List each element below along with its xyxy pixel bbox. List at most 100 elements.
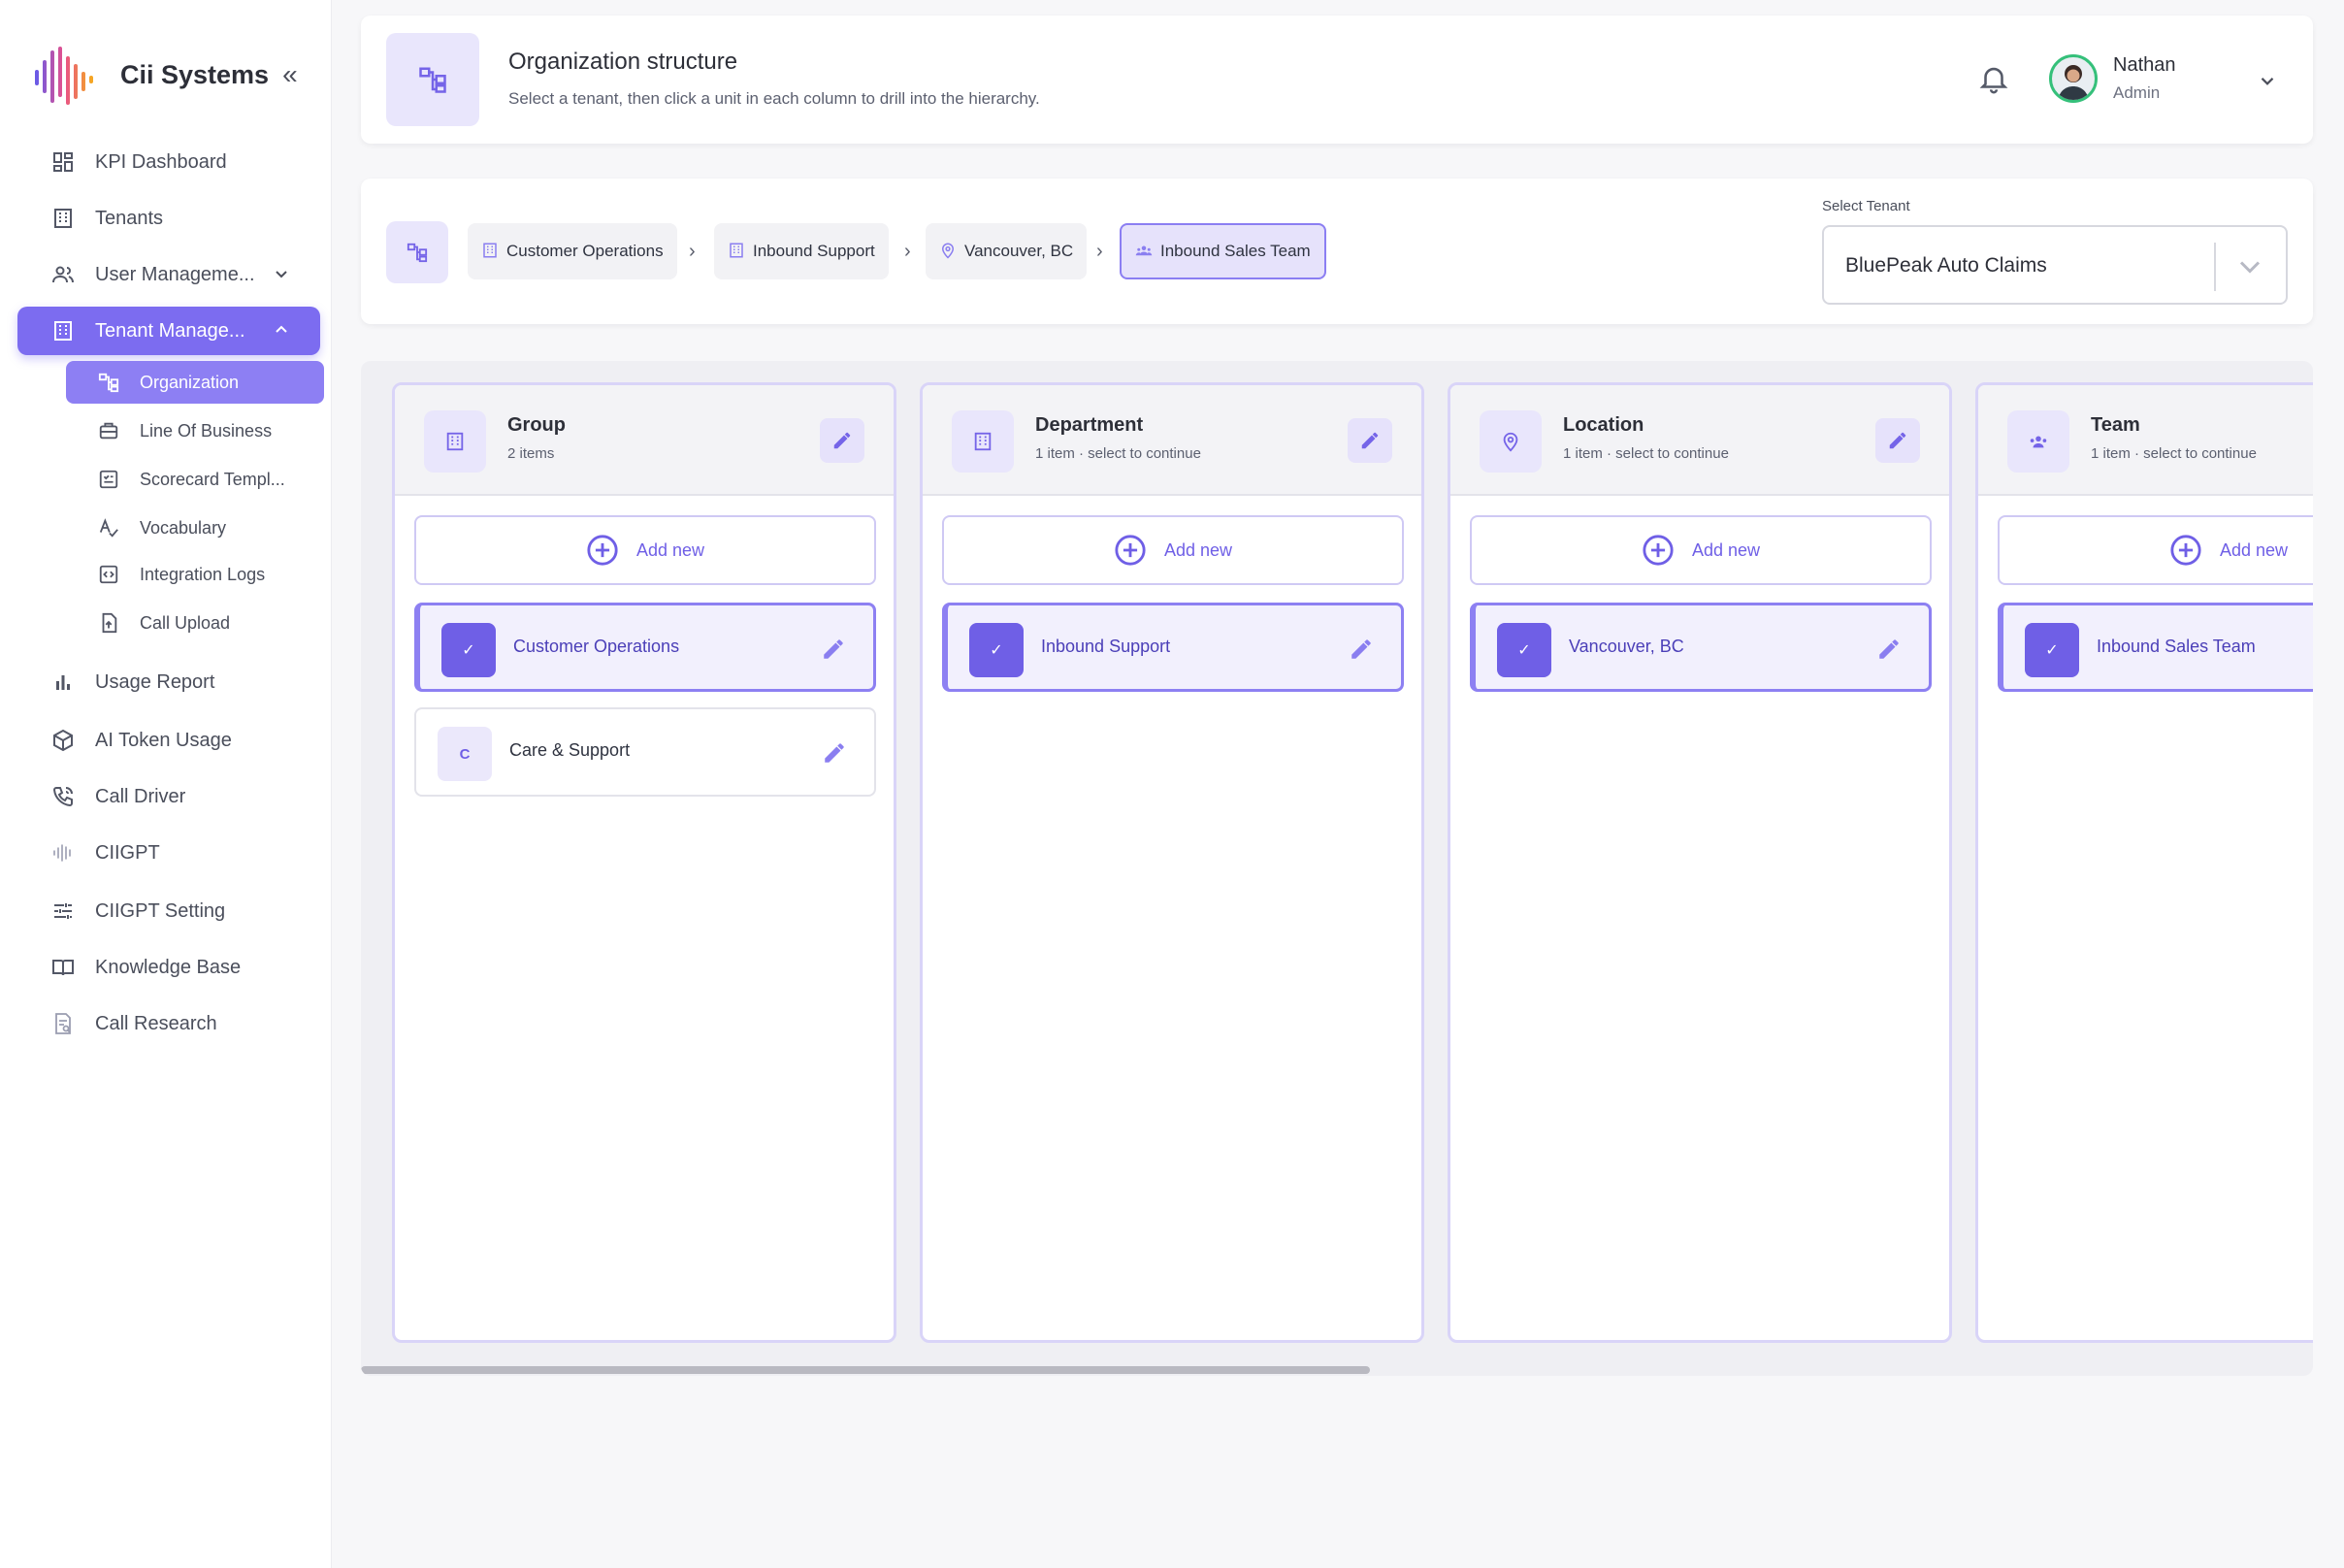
column-header: Team 1 item · select to continue bbox=[1978, 385, 2313, 496]
pencil-icon[interactable] bbox=[1349, 637, 1374, 662]
list-item[interactable]: ✓ Inbound Sales Team bbox=[1998, 603, 2313, 692]
list-item[interactable]: ✓ Customer Operations bbox=[414, 603, 876, 692]
edit-column-button[interactable] bbox=[1875, 418, 1920, 463]
sidebar-item-tenants[interactable]: Tenants bbox=[17, 194, 320, 243]
chevron-down-icon[interactable] bbox=[2235, 252, 2264, 281]
phone-icon bbox=[50, 784, 76, 809]
sidebar-item-label: CIIGPT Setting bbox=[95, 899, 226, 922]
scorecard-icon bbox=[97, 468, 120, 491]
breadcrumb-separator: › bbox=[1096, 241, 1103, 262]
user-name: Nathan bbox=[2113, 54, 2176, 76]
brand-logo-icon bbox=[35, 47, 93, 105]
item-label: Customer Operations bbox=[513, 637, 680, 656]
list-item[interactable]: ✓ Inbound Support bbox=[942, 603, 1404, 692]
column-subtitle: 2 items bbox=[507, 445, 555, 462]
initial-badge: C bbox=[438, 727, 492, 781]
sidebar-item-user-management[interactable]: User Manageme... bbox=[17, 250, 320, 299]
breadcrumb-item-location[interactable]: Vancouver, BC bbox=[926, 223, 1088, 279]
sidebar-subitem-scorecard-templates[interactable]: Scorecard Templ... bbox=[66, 458, 324, 501]
building-icon bbox=[50, 318, 76, 343]
sidebar-item-kpi-dashboard[interactable]: KPI Dashboard bbox=[17, 138, 320, 186]
collapse-sidebar-button[interactable]: « bbox=[282, 61, 298, 88]
check-icon: ✓ bbox=[2025, 623, 2079, 677]
document-search-icon bbox=[50, 1011, 76, 1036]
sidebar-subitem-organization[interactable]: Organization bbox=[66, 361, 324, 404]
add-new-button[interactable]: Add new bbox=[942, 515, 1404, 585]
sidebar-subitem-integration-logs[interactable]: Integration Logs bbox=[66, 553, 324, 596]
building-icon bbox=[728, 242, 747, 261]
breadcrumb-item-department[interactable]: Inbound Support bbox=[714, 223, 889, 279]
sidebar-item-label: Knowledge Base bbox=[95, 956, 242, 978]
column-header: Group 2 items bbox=[395, 385, 894, 496]
item-label: Vancouver, BC bbox=[1569, 637, 1684, 656]
item-label: Inbound Support bbox=[1041, 637, 1171, 656]
team-icon bbox=[1135, 242, 1155, 261]
add-new-button[interactable]: Add new bbox=[414, 515, 876, 585]
hierarchy-icon bbox=[386, 33, 479, 126]
plus-circle-icon bbox=[1643, 535, 1674, 566]
sidebar-item-ai-token-usage[interactable]: AI Token Usage bbox=[17, 716, 320, 765]
sidebar-subitem-line-of-business[interactable]: Line Of Business bbox=[66, 409, 324, 452]
avatar[interactable] bbox=[2049, 54, 2098, 103]
sidebar-item-call-driver[interactable]: Call Driver bbox=[17, 772, 320, 821]
column-title: Location bbox=[1563, 414, 1644, 436]
hierarchy-columns-panel: Group 2 items Add new ✓ Customer Operati… bbox=[361, 361, 2313, 1376]
users-icon bbox=[50, 262, 76, 287]
list-item[interactable]: C Care & Support bbox=[414, 707, 876, 797]
sidebar-item-knowledge-base[interactable]: Knowledge Base bbox=[17, 943, 320, 992]
sidebar-item-label: Call Research bbox=[95, 1012, 217, 1034]
horizontal-scrollbar[interactable] bbox=[361, 1366, 1370, 1374]
add-new-button[interactable]: Add new bbox=[1470, 515, 1932, 585]
column-header: Department 1 item · select to continue bbox=[923, 385, 1421, 496]
pencil-icon bbox=[833, 432, 851, 449]
breadcrumb-item-team[interactable]: Inbound Sales Team bbox=[1120, 223, 1326, 279]
add-new-button[interactable]: Add new bbox=[1998, 515, 2313, 585]
pencil-icon[interactable] bbox=[821, 637, 846, 662]
sidebar-item-ciigpt[interactable]: CIIGPT bbox=[17, 829, 320, 877]
pencil-icon[interactable] bbox=[1876, 637, 1902, 662]
tenant-select-label: Select Tenant bbox=[1822, 198, 1910, 214]
tenant-select[interactable]: BluePeak Auto Claims bbox=[1822, 225, 2288, 305]
sidebar-item-ciigpt-setting[interactable]: CIIGPT Setting bbox=[17, 887, 320, 935]
breadcrumb-separator: › bbox=[689, 241, 696, 262]
sidebar-item-call-research[interactable]: Call Research bbox=[17, 999, 320, 1048]
briefcase-icon bbox=[97, 419, 120, 442]
spellcheck-icon bbox=[97, 516, 120, 539]
column-group: Group 2 items Add new ✓ Customer Operati… bbox=[392, 382, 896, 1343]
column-title: Group bbox=[507, 414, 566, 436]
waveform-icon bbox=[50, 840, 76, 866]
user-role: Admin bbox=[2113, 83, 2161, 102]
check-icon: ✓ bbox=[969, 623, 1024, 677]
breadcrumb-root-button[interactable] bbox=[386, 221, 448, 283]
sidebar-item-usage-report[interactable]: Usage Report bbox=[17, 658, 320, 706]
location-pin-icon bbox=[1480, 410, 1542, 473]
item-label: Care & Support bbox=[509, 740, 631, 760]
sidebar-subitem-call-upload[interactable]: Call Upload bbox=[66, 602, 324, 644]
pencil-icon bbox=[1889, 432, 1906, 449]
building-icon bbox=[424, 410, 486, 473]
pencil-icon bbox=[1361, 432, 1379, 449]
file-upload-icon bbox=[97, 611, 120, 635]
list-item[interactable]: ✓ Vancouver, BC bbox=[1470, 603, 1932, 692]
sidebar: Cii Systems « KPI Dashboard Tenants User… bbox=[0, 0, 332, 1568]
breadcrumb-item-group[interactable]: Customer Operations bbox=[468, 223, 677, 279]
sidebar-item-tenant-management[interactable]: Tenant Manage... bbox=[17, 307, 320, 355]
page-subtitle: Select a tenant, then click a unit in ea… bbox=[508, 89, 1040, 108]
user-menu-chevron-icon[interactable] bbox=[2257, 70, 2278, 91]
notification-bell-icon[interactable] bbox=[1977, 62, 2010, 95]
cube-icon bbox=[50, 728, 76, 753]
sidebar-subitem-label: Vocabulary bbox=[140, 517, 227, 538]
sidebar-item-label: Call Driver bbox=[95, 785, 186, 807]
edit-column-button[interactable] bbox=[820, 418, 864, 463]
edit-column-button[interactable] bbox=[1348, 418, 1392, 463]
column-title: Team bbox=[2091, 414, 2140, 436]
sidebar-item-label: Tenants bbox=[95, 207, 164, 229]
pencil-icon[interactable] bbox=[822, 740, 847, 766]
chevron-up-icon bbox=[276, 325, 287, 333]
sidebar-subitem-vocabulary[interactable]: Vocabulary bbox=[66, 506, 324, 549]
book-icon bbox=[50, 955, 76, 980]
column-location: Location 1 item · select to continue Add… bbox=[1448, 382, 1952, 1343]
column-title: Department bbox=[1035, 414, 1144, 436]
sidebar-subitem-label: Scorecard Templ... bbox=[140, 469, 285, 489]
column-subtitle: 1 item · select to continue bbox=[2091, 445, 2257, 462]
